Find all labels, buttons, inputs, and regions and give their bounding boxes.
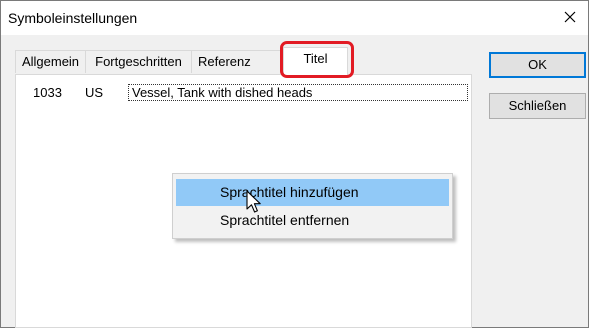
symbol-settings-dialog: Symboleinstellungen Allgemein Fortgeschr… — [0, 0, 589, 328]
close-icon — [564, 11, 576, 23]
tab-titel[interactable]: Titel — [283, 47, 348, 75]
context-menu: Sprachtitel hinzufügen Sprachtitel entfe… — [172, 173, 453, 239]
tab-referenz[interactable]: Referenz — [191, 50, 284, 73]
tab-label: Fortgeschritten — [95, 54, 182, 69]
language-title: Vessel, Tank with dished heads — [128, 84, 468, 101]
tab-allgemein[interactable]: Allgemein — [15, 50, 86, 73]
title-bar: Symboleinstellungen — [1, 1, 588, 35]
tab-fortgeschritten[interactable]: Fortgeschritten — [85, 50, 192, 73]
list-item[interactable]: 1033 US Vessel, Tank with dished heads — [26, 84, 470, 102]
ok-button-label: OK — [528, 57, 547, 72]
menu-item-remove-language-title[interactable]: Sprachtitel entfernen — [176, 207, 449, 234]
menu-item-add-language-title[interactable]: Sprachtitel hinzufügen — [176, 179, 449, 206]
tab-label: Allgemein — [21, 54, 80, 69]
window-title: Symboleinstellungen — [8, 10, 138, 26]
ok-button[interactable]: OK — [489, 52, 586, 78]
tab-label: Titel — [303, 51, 328, 66]
close-button-label: Schließen — [508, 98, 567, 113]
tab-label: Referenz — [198, 54, 251, 69]
close-dialog-button[interactable]: Schließen — [489, 93, 586, 119]
menu-item-label: Sprachtitel hinzufügen — [220, 184, 359, 200]
language-name: US — [85, 85, 104, 100]
language-code: 1033 — [33, 85, 62, 100]
close-button[interactable] — [554, 1, 586, 33]
menu-item-label: Sprachtitel entfernen — [220, 212, 350, 228]
